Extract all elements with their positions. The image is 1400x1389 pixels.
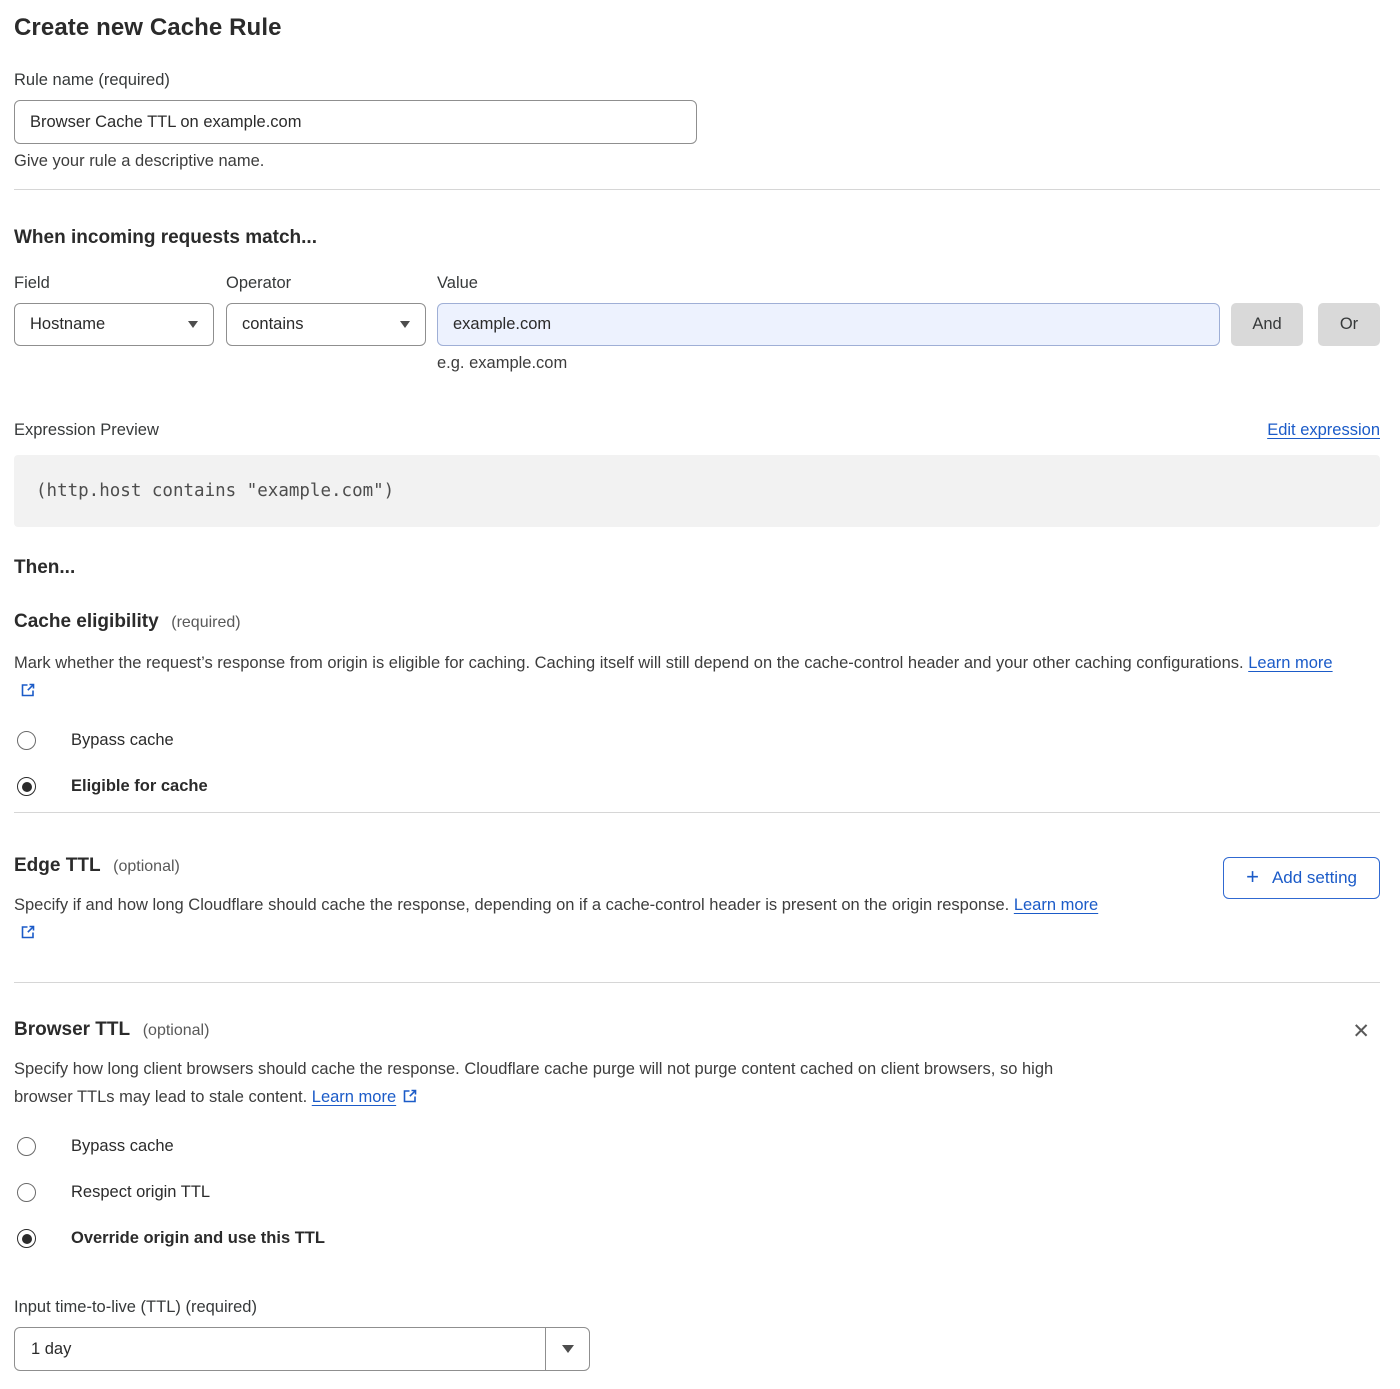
- description-text: Specify how long client browsers should …: [14, 1060, 1053, 1106]
- chevron-down-icon: [188, 321, 198, 328]
- rule-name-label: Rule name (required): [14, 71, 1380, 90]
- edge-ttl-heading: Edge TTL: [14, 855, 101, 876]
- field-label: Field: [14, 274, 226, 293]
- or-button[interactable]: Or: [1318, 303, 1380, 346]
- then-heading: Then...: [14, 557, 1380, 579]
- radio-label: Override origin and use this TTL: [71, 1229, 325, 1248]
- rule-name-input[interactable]: [14, 100, 697, 144]
- cache-eligibility-heading: Cache eligibility: [14, 611, 159, 632]
- divider: [14, 982, 1380, 983]
- cache-eligibility-options: Bypass cache Eligible for cache: [14, 731, 1380, 796]
- edge-ttl-header: Edge TTL (optional) Specify if and how l…: [14, 855, 1380, 949]
- browser-ttl-header: Browser TTL (optional) Specify how long …: [14, 1019, 1380, 1113]
- chevron-down-icon: [562, 1345, 574, 1353]
- expression-preview-label: Expression Preview: [14, 421, 159, 440]
- divider: [14, 812, 1380, 813]
- ttl-input-label: Input time-to-live (TTL) (required): [14, 1298, 1380, 1317]
- radio-label: Bypass cache: [71, 1137, 174, 1156]
- edge-ttl-learn-more-link[interactable]: Learn more: [1014, 896, 1098, 914]
- expression-preview-code: (http.host contains "example.com"): [14, 455, 1380, 527]
- field-select-value: Hostname: [30, 315, 105, 334]
- edge-ttl-requirement: (optional): [113, 858, 180, 875]
- radio-icon: [17, 731, 36, 750]
- description-text: Specify if and how long Cloudflare shoul…: [14, 896, 1009, 914]
- radio-label: Bypass cache: [71, 731, 174, 750]
- radio-bypass-cache[interactable]: Bypass cache: [14, 1137, 1380, 1156]
- browser-ttl-options: Bypass cache Respect origin TTL Override…: [14, 1137, 1380, 1248]
- edge-ttl-description: Specify if and how long Cloudflare shoul…: [14, 891, 1109, 949]
- radio-label: Respect origin TTL: [71, 1183, 210, 1202]
- rule-name-section: Rule name (required) Give your rule a de…: [14, 71, 1380, 171]
- browser-ttl-requirement: (optional): [143, 1022, 210, 1039]
- radio-respect-origin-ttl[interactable]: Respect origin TTL: [14, 1183, 1380, 1202]
- cache-eligibility-header: Cache eligibility (required): [14, 611, 1380, 633]
- radio-override-origin-ttl[interactable]: Override origin and use this TTL: [14, 1229, 1380, 1248]
- radio-eligible-for-cache[interactable]: Eligible for cache: [14, 777, 1380, 796]
- radio-label: Eligible for cache: [71, 777, 208, 796]
- browser-ttl-learn-more-link[interactable]: Learn more: [312, 1088, 396, 1106]
- value-label: Value: [437, 274, 1380, 293]
- external-link-icon: [20, 921, 36, 949]
- ttl-select-value: 1 day: [15, 1328, 545, 1370]
- add-setting-button[interactable]: + Add setting: [1223, 857, 1380, 899]
- close-icon[interactable]: ✕: [1348, 1019, 1374, 1044]
- chevron-down-icon: [400, 321, 410, 328]
- radio-selected-icon: [17, 1229, 36, 1248]
- radio-selected-icon: [17, 777, 36, 796]
- page-title: Create new Cache Rule: [14, 14, 1380, 42]
- edit-expression-link[interactable]: Edit expression: [1267, 421, 1380, 440]
- browser-ttl-description: Specify how long client browsers should …: [14, 1055, 1094, 1113]
- value-helper: e.g. example.com: [437, 354, 1380, 373]
- operator-select-value: contains: [242, 315, 303, 334]
- value-input[interactable]: [437, 303, 1220, 346]
- cache-eligibility-description: Mark whether the request’s response from…: [14, 649, 1354, 707]
- create-cache-rule-form: Create new Cache Rule Rule name (require…: [0, 0, 1400, 1389]
- cache-eligibility-requirement: (required): [171, 614, 240, 631]
- operator-label: Operator: [226, 274, 437, 293]
- rule-name-helper: Give your rule a descriptive name.: [14, 152, 1380, 171]
- field-select[interactable]: Hostname: [14, 303, 214, 346]
- ttl-select-dropdown-button[interactable]: [545, 1328, 589, 1370]
- external-link-icon: [402, 1085, 418, 1113]
- operator-select[interactable]: contains: [226, 303, 426, 346]
- cache-eligibility-learn-more-link[interactable]: Learn more: [1248, 654, 1332, 672]
- plus-icon: +: [1246, 866, 1259, 888]
- match-section-heading: When incoming requests match...: [14, 227, 1380, 249]
- ttl-select[interactable]: 1 day: [14, 1327, 590, 1371]
- add-setting-label: Add setting: [1272, 868, 1357, 888]
- description-text: Mark whether the request’s response from…: [14, 654, 1244, 672]
- expression-preview-header: Expression Preview Edit expression: [14, 421, 1380, 440]
- browser-ttl-heading: Browser TTL: [14, 1019, 130, 1040]
- and-button[interactable]: And: [1231, 303, 1303, 346]
- match-condition-row: Field Hostname Operator contains Value A…: [14, 274, 1380, 373]
- radio-bypass-cache[interactable]: Bypass cache: [14, 731, 1380, 750]
- divider: [14, 189, 1380, 190]
- external-link-icon: [20, 679, 36, 707]
- radio-icon: [17, 1183, 36, 1202]
- radio-icon: [17, 1137, 36, 1156]
